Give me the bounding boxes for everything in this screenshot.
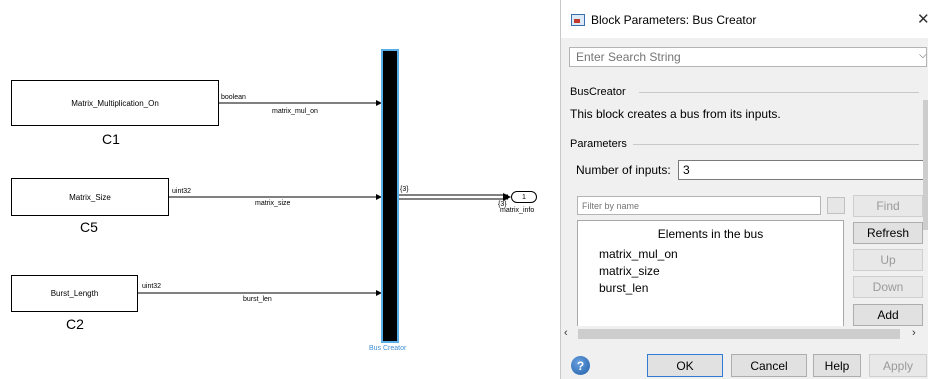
port-datatype-label: uint32 (142, 283, 162, 290)
simulink-canvas[interactable]: Matrix_Multiplication_On C1 boolean matr… (0, 0, 560, 379)
up-button[interactable]: Up (853, 249, 923, 271)
section-divider (639, 92, 919, 93)
help-button[interactable]: Help (813, 354, 861, 377)
scroll-left-icon[interactable]: ‹ (564, 327, 568, 339)
outport-block[interactable]: 1 (511, 191, 537, 203)
search-input[interactable] (569, 47, 927, 67)
list-item[interactable]: matrix_size (599, 264, 660, 278)
section-title-buscreator: BusCreator (570, 86, 626, 98)
block-caption: C5 (80, 219, 98, 235)
bus-creator-label: Bus Creator (369, 345, 407, 352)
list-item[interactable]: burst_len (599, 281, 648, 295)
outport-signal-label: matrix_info (500, 207, 535, 214)
block-caption: C1 (102, 131, 120, 147)
list-item[interactable]: matrix_mul_on (599, 247, 678, 261)
dialog-titlebar[interactable]: Block Parameters: Bus Creator ✕ (561, 0, 928, 38)
block-parameters-dialog: Block Parameters: Bus Creator ✕ ⌵ BusCre… (560, 0, 928, 379)
refresh-button[interactable]: Refresh (853, 222, 923, 244)
section-title-parameters: Parameters (570, 138, 627, 150)
find-button[interactable]: Find (853, 195, 923, 217)
port-datatype-label: boolean (221, 94, 246, 101)
port-datatype-label: uint32 (172, 188, 192, 195)
filter-options-button[interactable] (827, 197, 845, 214)
section-divider (633, 144, 919, 145)
block-label: Matrix_Size (69, 192, 111, 202)
horizontal-scrollbar[interactable]: ‹ › (562, 326, 924, 342)
outport-number: 1 (522, 193, 526, 201)
bus-creator-block[interactable] (381, 49, 399, 343)
signal-name-label[interactable]: matrix_mul_on (272, 108, 318, 115)
simulink-app-icon (571, 14, 585, 26)
dialog-title: Block Parameters: Bus Creator (591, 13, 757, 27)
list-header: Elements in the bus (657, 227, 764, 241)
cancel-button[interactable]: Cancel (731, 354, 807, 377)
block-matrix-size[interactable]: Matrix_Size (11, 178, 169, 216)
vertical-scrollbar[interactable] (923, 100, 928, 230)
add-button[interactable]: Add (853, 304, 923, 326)
bus-width-label: {3} (400, 186, 409, 193)
block-label: Matrix_Multiplication_On (71, 98, 159, 108)
help-icon[interactable]: ? (571, 356, 590, 375)
block-description: This block creates a bus from its inputs… (570, 107, 781, 121)
close-icon[interactable]: ✕ (917, 10, 928, 28)
bus-line-arrow (503, 193, 511, 201)
signal-name-label[interactable]: matrix_size (255, 200, 290, 207)
block-caption: C2 (66, 316, 84, 332)
bus-elements-list[interactable]: Elements in the bus matrix_mul_on matrix… (577, 220, 844, 328)
block-matrix-multiplication-on[interactable]: Matrix_Multiplication_On (11, 80, 219, 126)
apply-button[interactable]: Apply (869, 354, 927, 377)
number-of-inputs-label: Number of inputs: (576, 163, 671, 177)
block-burst-length[interactable]: Burst_Length (11, 275, 138, 312)
chevron-down-icon[interactable]: ⌵ (919, 50, 927, 61)
down-button[interactable]: Down (853, 276, 923, 298)
filter-by-name-input[interactable] (577, 196, 821, 215)
number-of-inputs-field[interactable] (678, 160, 924, 180)
scrollbar-thumb[interactable] (578, 329, 900, 339)
ok-button[interactable]: OK (647, 354, 723, 377)
block-label: Burst_Length (50, 289, 99, 298)
scroll-right-icon[interactable]: › (912, 327, 916, 339)
signal-name-label[interactable]: burst_len (243, 296, 272, 303)
